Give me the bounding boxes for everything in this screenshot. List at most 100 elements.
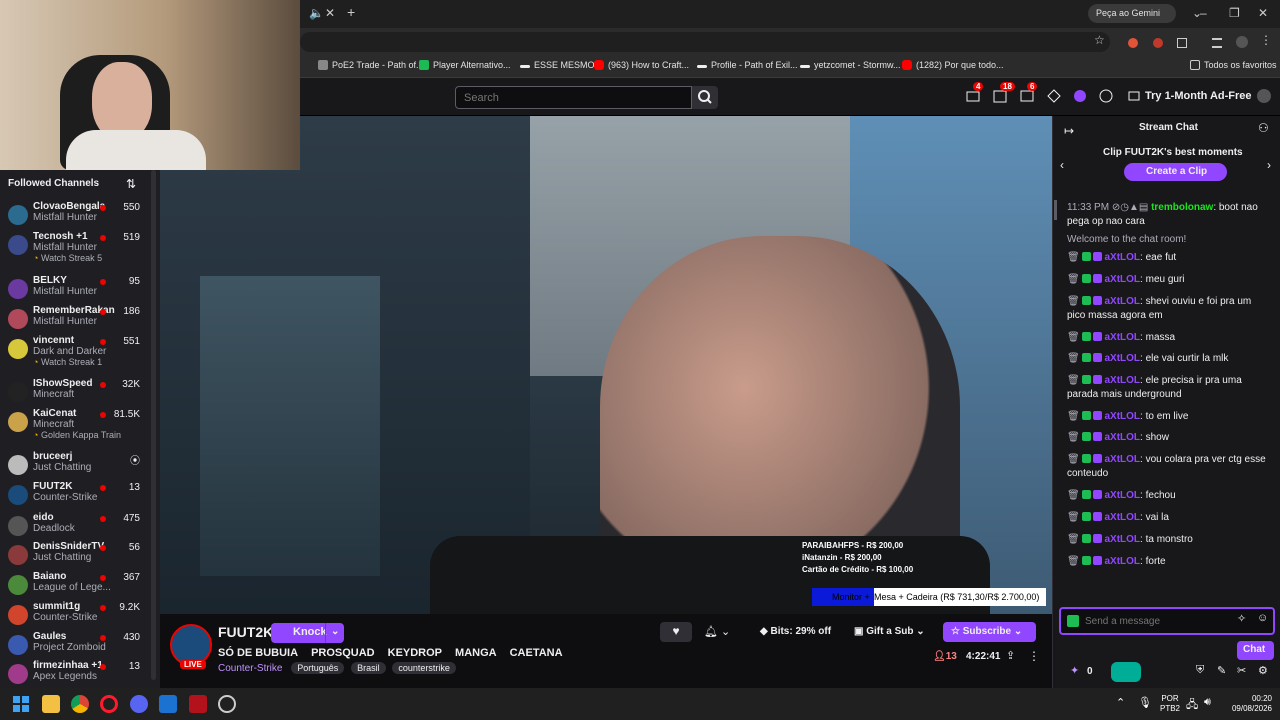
- chat-username[interactable]: aXtLOL: [1104, 490, 1140, 501]
- chat-input[interactable]: [1085, 613, 1225, 629]
- bookmark-item[interactable]: (1282) Por que todo...: [902, 60, 1004, 70]
- tag-pill[interactable]: Brasil: [351, 662, 386, 674]
- sidebar-channel-item[interactable]: DenisSniderTV Just Chatting 56: [0, 541, 150, 571]
- obs-icon[interactable]: [218, 695, 236, 713]
- trash-icon[interactable]: 🗑︎: [1067, 296, 1080, 307]
- channel-points-icon[interactable]: ✦: [1070, 664, 1079, 677]
- create-clip-button[interactable]: Create a Clip: [1124, 163, 1227, 181]
- search-button[interactable]: [692, 86, 718, 109]
- network-icon[interactable]: 🖧︎: [1186, 696, 1198, 715]
- trash-icon[interactable]: 🗑︎: [1067, 274, 1080, 285]
- bits-icon[interactable]: [1098, 88, 1114, 104]
- bookmark-item[interactable]: ESSE MESMO: [520, 60, 595, 70]
- tag-pill[interactable]: Português: [291, 662, 345, 674]
- kebab-menu-icon[interactable]: ⋮: [1028, 649, 1040, 663]
- profile-avatar[interactable]: [1236, 36, 1248, 48]
- maximize-icon[interactable]: ❐: [1229, 6, 1240, 20]
- category-link[interactable]: Counter-Strike: [218, 663, 282, 674]
- chat-username[interactable]: aXtLOL: [1104, 411, 1140, 422]
- chat-username[interactable]: aXtLOL: [1104, 432, 1140, 443]
- bookmark-item[interactable]: Profile - Path of Exil...: [697, 60, 798, 70]
- sidebar-channel-item[interactable]: FUUT2K Counter-Strike 13: [0, 481, 150, 511]
- share-icon[interactable]: ⇪: [1006, 649, 1015, 662]
- close-tab-icon[interactable]: ✕: [325, 6, 335, 20]
- sidebar-channel-item[interactable]: bruceerj Just Chatting ⦿: [0, 451, 150, 481]
- bookmark-item[interactable]: (963) How to Craft...: [594, 60, 689, 70]
- trash-icon[interactable]: 🗑︎: [1067, 332, 1080, 343]
- video-player[interactable]: PARAIBAHFPS - R$ 200,00 iNatanzin - R$ 2…: [160, 116, 1052, 614]
- chat-username[interactable]: aXtLOL: [1104, 375, 1140, 386]
- prime-icon[interactable]: [1046, 88, 1062, 104]
- chat-username[interactable]: aXtLOL: [1104, 252, 1140, 263]
- bookmark-item[interactable]: Player Alternativo...: [419, 60, 511, 70]
- notification-bell-button[interactable]: 🔔︎ ⌄: [704, 622, 746, 642]
- chat-input-box[interactable]: ✧ ☺: [1059, 607, 1275, 635]
- app-icon[interactable]: [159, 695, 177, 713]
- points-reward-button[interactable]: [1111, 662, 1141, 682]
- gear-icon[interactable]: ⚙: [1258, 664, 1268, 677]
- inbox-icon[interactable]: 4: [965, 82, 984, 104]
- discord-icon[interactable]: [130, 695, 148, 713]
- search-input[interactable]: [455, 86, 692, 109]
- sidebar-channel-item[interactable]: IShowSpeed Minecraft 32K: [0, 378, 150, 408]
- channel-name[interactable]: FUUT2K: [218, 624, 273, 640]
- sidebar-channel-item[interactable]: BELKY Mistfall Hunter 95: [0, 275, 150, 305]
- shield-icon[interactable]: ⛨: [1196, 664, 1204, 677]
- window-close-icon[interactable]: ✕: [1258, 6, 1268, 20]
- chat-username[interactable]: aXtLOL: [1104, 534, 1140, 545]
- chat-username[interactable]: aXtLOL: [1104, 512, 1140, 523]
- tag-pill[interactable]: counterstrike: [392, 662, 456, 674]
- chevron-up-icon[interactable]: ⌃: [1116, 696, 1125, 709]
- whispers-icon[interactable]: 6: [1019, 82, 1038, 104]
- chat-scrollbar[interactable]: [1054, 200, 1057, 220]
- bookmark-item[interactable]: PoE2 Trade - Path of...: [318, 60, 424, 70]
- trash-icon[interactable]: 🗑︎: [1067, 534, 1080, 545]
- extensions-puzzle-icon[interactable]: [1177, 38, 1187, 48]
- chevron-right-icon[interactable]: ›: [1267, 158, 1271, 172]
- chat-username[interactable]: trembolonaw: [1151, 202, 1213, 213]
- sidebar-channel-item[interactable]: vincennt Dark and Darker ◔ Watch Streak 1 5…: [0, 335, 150, 367]
- ad-free-button[interactable]: Try 1-Month Ad-Free: [1145, 90, 1252, 102]
- chevron-left-icon[interactable]: ‹: [1060, 158, 1064, 172]
- windows-start-icon[interactable]: [12, 695, 30, 713]
- trash-icon[interactable]: 🗑︎: [1067, 353, 1080, 364]
- bits-button[interactable]: ◆ Bits: 29% off: [756, 622, 840, 642]
- chat-username[interactable]: aXtLOL: [1104, 454, 1140, 465]
- all-bookmarks[interactable]: Todos os favoritos: [1190, 60, 1277, 70]
- sidebar-channel-item[interactable]: summit1g Counter-Strike 9.2K: [0, 601, 150, 631]
- sidebar-channel-item[interactable]: Gaules Project Zomboid 430: [0, 631, 150, 661]
- chat-username[interactable]: aXtLOL: [1104, 556, 1140, 567]
- user-avatar[interactable]: [1256, 88, 1272, 104]
- sidebar-scrollbar[interactable]: [151, 170, 156, 680]
- chat-username[interactable]: aXtLOL: [1104, 353, 1140, 364]
- sidebar-channel-item[interactable]: firmezinhaa +1 Apex Legends 13: [0, 660, 150, 690]
- mod-icons[interactable]: ⊘◷▲▤: [1112, 202, 1148, 213]
- star-icon[interactable]: ☆: [1094, 33, 1105, 47]
- app-icon[interactable]: [189, 695, 207, 713]
- sidebar-channel-item[interactable]: Baiano League of Lege... 367: [0, 571, 150, 601]
- subscribe-button[interactable]: ☆ Subscribe ⌄: [943, 622, 1036, 642]
- trash-icon[interactable]: 🗑︎: [1067, 454, 1080, 465]
- bookmark-item[interactable]: yetzcomet - Stormw...: [800, 60, 901, 70]
- tools-icon[interactable]: ✂: [1237, 664, 1246, 677]
- notifications-icon[interactable]: 18: [992, 82, 1015, 104]
- sidebar-channel-item[interactable]: eido Deadlock 475: [0, 512, 150, 542]
- kebab-menu-icon[interactable]: ⋮: [1260, 33, 1272, 47]
- clock[interactable]: 00:20 09/08/2026: [1226, 694, 1272, 714]
- trash-icon[interactable]: 🗑︎: [1067, 411, 1080, 422]
- input-language[interactable]: POR PTB2: [1160, 694, 1180, 714]
- trash-icon[interactable]: 🗑︎: [1067, 375, 1080, 386]
- trash-icon[interactable]: 🗑︎: [1067, 432, 1080, 443]
- media-icon[interactable]: [1212, 38, 1222, 48]
- new-tab-icon[interactable]: +: [347, 4, 355, 20]
- chrome-icon[interactable]: [71, 695, 89, 713]
- follow-heart-button[interactable]: ♥: [660, 622, 692, 642]
- volume-icon[interactable]: 🔊︎: [1204, 696, 1211, 709]
- trash-icon[interactable]: 🗑︎: [1067, 490, 1080, 501]
- sort-icon[interactable]: ⇅: [126, 177, 136, 191]
- trash-icon[interactable]: 🗑︎: [1067, 556, 1080, 567]
- gemini-button[interactable]: Peça ao Gemini: [1088, 4, 1176, 23]
- chevron-down-icon[interactable]: ⌄: [331, 626, 339, 637]
- extension-color-icon[interactable]: [1072, 88, 1088, 104]
- sidebar-channel-item[interactable]: Tecnosh +1 Mistfall Hunter ◔ Watch Streak …: [0, 231, 150, 263]
